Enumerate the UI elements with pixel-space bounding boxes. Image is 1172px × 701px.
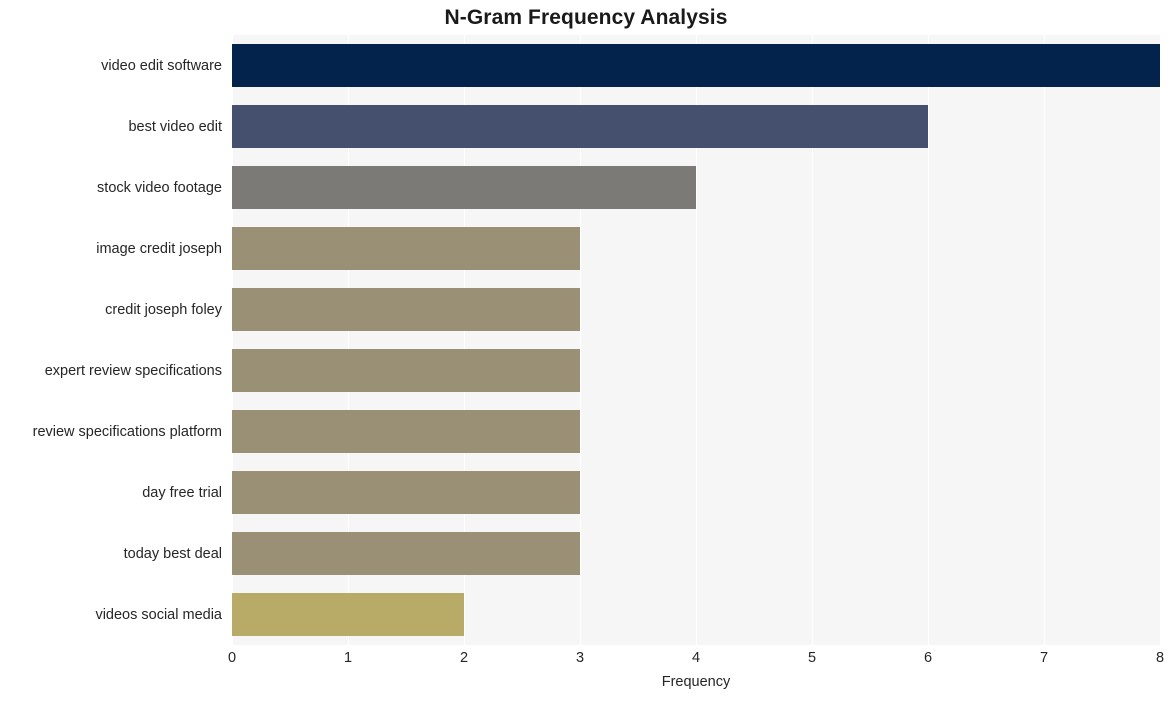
chart-figure: N-Gram Frequency Analysis video edit sof… xyxy=(0,0,1172,701)
bar[interactable] xyxy=(232,531,580,576)
x-tick-label: 0 xyxy=(227,650,237,666)
y-tick-label: day free trial xyxy=(142,484,222,501)
bar[interactable] xyxy=(232,409,580,454)
x-axis-title: Frequency xyxy=(661,674,731,690)
bar[interactable] xyxy=(232,165,696,210)
chart-title: N-Gram Frequency Analysis xyxy=(444,6,728,29)
x-tick-label: 1 xyxy=(343,650,353,666)
y-axis-tick-labels: video edit software best video edit stock … xyxy=(0,35,222,645)
bar[interactable] xyxy=(232,104,928,149)
y-tick-label: image credit joseph xyxy=(96,240,222,257)
x-axis-tick-labels: 0 1 2 3 4 5 6 7 8 xyxy=(228,650,1164,672)
x-tick-label: 5 xyxy=(807,650,817,666)
bar[interactable] xyxy=(232,287,580,332)
x-tick-label: 8 xyxy=(1155,650,1165,666)
y-tick-label: credit joseph foley xyxy=(105,301,222,318)
y-tick-label: best video edit xyxy=(128,118,222,135)
y-tick-label: videos social media xyxy=(95,606,222,623)
bar[interactable] xyxy=(232,43,1160,88)
gridline-x-8 xyxy=(1160,35,1161,645)
bar[interactable] xyxy=(232,592,464,637)
bar[interactable] xyxy=(232,470,580,515)
y-tick-label: today best deal xyxy=(123,545,222,562)
y-tick-label: expert review specifications xyxy=(44,362,222,379)
x-tick-label: 2 xyxy=(459,650,469,666)
y-tick-label: review specifications platform xyxy=(32,423,222,440)
bar[interactable] xyxy=(232,348,580,393)
x-tick-label: 3 xyxy=(575,650,585,666)
bars-group xyxy=(232,35,1160,645)
x-tick-label: 4 xyxy=(691,650,701,666)
y-tick-label: stock video footage xyxy=(97,179,222,196)
x-tick-label: 7 xyxy=(1039,650,1049,666)
x-tick-label: 6 xyxy=(923,650,933,666)
plot-area xyxy=(232,35,1161,645)
y-tick-label: video edit software xyxy=(101,57,222,74)
bar[interactable] xyxy=(232,226,580,271)
